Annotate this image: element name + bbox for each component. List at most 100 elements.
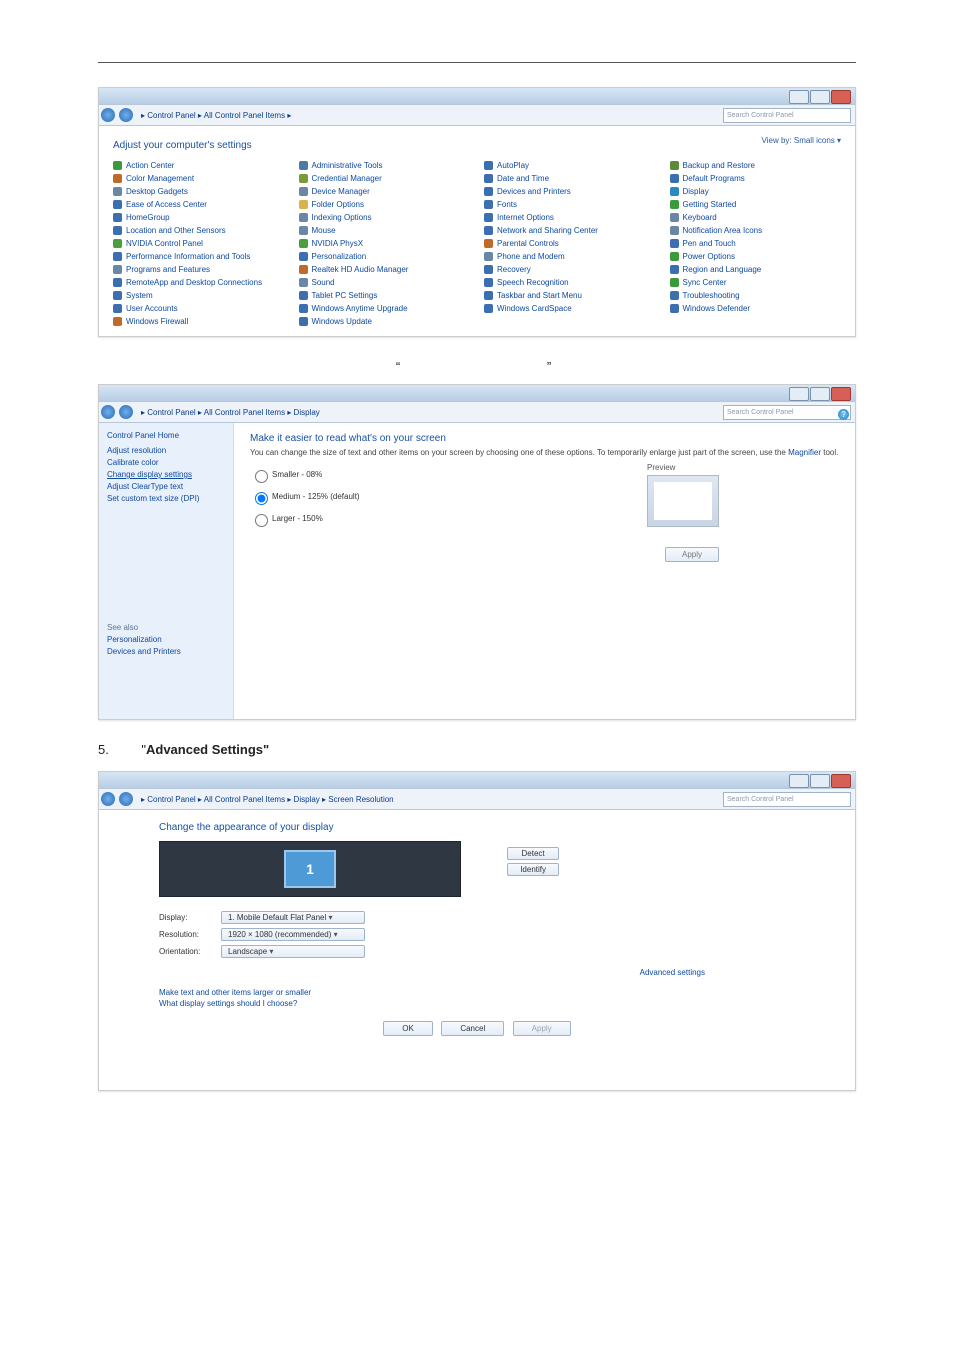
sidebar-link[interactable]: Adjust ClearType text [107,482,225,491]
control-panel-item[interactable]: Indexing Options [299,213,471,222]
close-button[interactable] [831,774,851,788]
control-panel-item[interactable]: Backup and Restore [670,161,842,170]
control-panel-item[interactable]: Default Programs [670,174,842,183]
magnifier-link[interactable]: Magnifier [788,448,821,457]
control-panel-item[interactable]: Administrative Tools [299,161,471,170]
maximize-button[interactable] [810,90,830,104]
close-button[interactable] [831,90,851,104]
control-panel-item[interactable]: Realtek HD Audio Manager [299,265,471,274]
control-panel-item[interactable]: Keyboard [670,213,842,222]
control-panel-item[interactable]: Sound [299,278,471,287]
sidebar-link[interactable]: Calibrate color [107,458,225,467]
setting-dropdown[interactable]: 1920 × 1080 (recommended) [221,928,365,941]
help-link[interactable]: What display settings should I choose? [159,999,795,1008]
control-panel-item[interactable]: User Accounts [113,304,285,313]
control-panel-item[interactable]: Device Manager [299,187,471,196]
control-panel-item[interactable]: Windows CardSpace [484,304,656,313]
radio-input[interactable] [255,470,268,483]
control-panel-item[interactable]: Region and Language [670,265,842,274]
control-panel-item[interactable]: Devices and Printers [484,187,656,196]
scaling-option[interactable]: Larger - 150% [250,511,839,527]
advanced-settings-link[interactable]: Advanced settings [640,968,705,977]
minimize-button[interactable] [789,387,809,401]
help-link[interactable]: Make text and other items larger or smal… [159,988,795,997]
control-panel-item[interactable]: Windows Update [299,317,471,326]
control-panel-item[interactable]: Internet Options [484,213,656,222]
control-panel-item[interactable]: Phone and Modem [484,252,656,261]
minimize-button[interactable] [789,774,809,788]
search-input[interactable]: Search Control Panel [723,108,851,123]
back-button[interactable] [101,405,115,419]
control-panel-item[interactable]: Notification Area Icons [670,226,842,235]
identify-button[interactable]: Identify [507,863,559,876]
see-also-link[interactable]: Devices and Printers [107,647,225,656]
control-panel-item[interactable]: Folder Options [299,200,471,209]
help-icon[interactable]: ? [838,409,849,420]
control-panel-item[interactable]: Location and Other Sensors [113,226,285,235]
control-panel-item[interactable]: Color Management [113,174,285,183]
radio-input[interactable] [255,514,268,527]
search-input[interactable]: Search Control Panel [723,405,851,420]
breadcrumb[interactable]: ▸ Control Panel ▸ All Control Panel Item… [135,408,723,417]
sidebar-link[interactable]: Adjust resolution [107,446,225,455]
control-panel-item[interactable]: NVIDIA Control Panel [113,239,285,248]
minimize-button[interactable] [789,90,809,104]
search-input[interactable]: Search Control Panel [723,792,851,807]
monitor-layout-panel[interactable]: 1 [159,841,461,897]
close-button[interactable] [831,387,851,401]
control-panel-item[interactable]: HomeGroup [113,213,285,222]
control-panel-item[interactable]: Display [670,187,842,196]
control-panel-item[interactable]: Troubleshooting [670,291,842,300]
monitor-icon[interactable]: 1 [284,850,336,888]
control-panel-item[interactable]: Speech Recognition [484,278,656,287]
scaling-option[interactable]: Medium - 125% (default) [250,489,839,505]
control-panel-item[interactable]: Windows Anytime Upgrade [299,304,471,313]
control-panel-item[interactable]: Taskbar and Start Menu [484,291,656,300]
control-panel-item[interactable]: Recovery [484,265,656,274]
forward-button[interactable] [119,405,133,419]
apply-button[interactable]: Apply [665,547,719,562]
sidebar-link[interactable]: Change display settings [107,470,225,479]
forward-button[interactable] [119,792,133,806]
breadcrumb[interactable]: ▸ Control Panel ▸ All Control Panel Item… [135,111,723,120]
control-panel-item[interactable]: Network and Sharing Center [484,226,656,235]
control-panel-item[interactable]: Sync Center [670,278,842,287]
back-button[interactable] [101,792,115,806]
setting-dropdown[interactable]: Landscape [221,945,365,958]
radio-input[interactable] [255,492,268,505]
control-panel-item[interactable]: RemoteApp and Desktop Connections [113,278,285,287]
control-panel-item[interactable]: Windows Firewall [113,317,285,326]
control-panel-item[interactable]: Power Options [670,252,842,261]
control-panel-item[interactable]: Windows Defender [670,304,842,313]
control-panel-item[interactable]: System [113,291,285,300]
back-button[interactable] [101,108,115,122]
control-panel-item[interactable]: NVIDIA PhysX [299,239,471,248]
control-panel-item[interactable]: Credential Manager [299,174,471,183]
control-panel-item[interactable]: Personalization [299,252,471,261]
scaling-option[interactable]: Smaller - 08% [250,467,839,483]
control-panel-item[interactable]: Ease of Access Center [113,200,285,209]
control-panel-item[interactable]: Programs and Features [113,265,285,274]
maximize-button[interactable] [810,774,830,788]
view-by-selector[interactable]: View by: Small icons ▾ [762,136,841,145]
control-panel-item[interactable]: Date and Time [484,174,656,183]
control-panel-item[interactable]: Mouse [299,226,471,235]
forward-button[interactable] [119,108,133,122]
maximize-button[interactable] [810,387,830,401]
setting-dropdown[interactable]: 1. Mobile Default Flat Panel [221,911,365,924]
cancel-button[interactable]: Cancel [441,1021,504,1036]
control-panel-item[interactable]: AutoPlay [484,161,656,170]
control-panel-item[interactable]: Parental Controls [484,239,656,248]
control-panel-item[interactable]: Fonts [484,200,656,209]
sidebar-link[interactable]: Set custom text size (DPI) [107,494,225,503]
control-panel-item[interactable]: Tablet PC Settings [299,291,471,300]
control-panel-item[interactable]: Performance Information and Tools [113,252,285,261]
control-panel-item[interactable]: Pen and Touch [670,239,842,248]
see-also-link[interactable]: Personalization [107,635,225,644]
control-panel-item[interactable]: Getting Started [670,200,842,209]
detect-button[interactable]: Detect [507,847,559,860]
apply-button[interactable]: Apply [513,1021,571,1036]
control-panel-item[interactable]: Action Center [113,161,285,170]
breadcrumb[interactable]: ▸ Control Panel ▸ All Control Panel Item… [135,795,723,804]
control-panel-item[interactable]: Desktop Gadgets [113,187,285,196]
